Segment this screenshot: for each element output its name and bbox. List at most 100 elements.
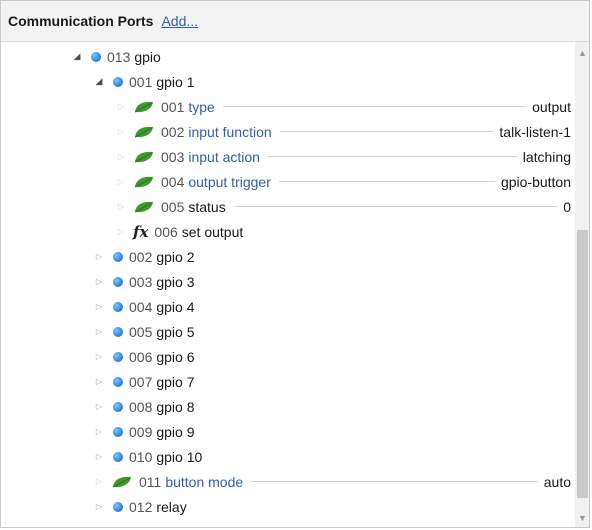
node-number: 005: [129, 323, 153, 340]
node-label: gpio 8: [156, 398, 195, 415]
panel-title: Communication Ports: [8, 13, 154, 29]
scrollbar-thumb[interactable]: [577, 230, 588, 498]
blue-dot-icon: [113, 301, 123, 312]
property-label[interactable]: output trigger: [188, 174, 271, 190]
blue-dot-icon: [113, 376, 123, 387]
node-number: 004: [129, 298, 153, 315]
panel-header: Communication Ports Add...: [1, 1, 589, 42]
collapsed-triangle-icon[interactable]: ▷: [93, 451, 105, 463]
node-label: relay: [156, 498, 187, 515]
property-value[interactable]: gpio-button: [501, 174, 571, 190]
node-number: 008: [129, 398, 153, 415]
blue-dot-icon: [113, 276, 123, 287]
node-label: gpio 9: [156, 423, 195, 440]
tree-node-gpio-10[interactable]: ▷ 010 gpio 10: [1, 444, 575, 469]
collapsed-triangle-icon[interactable]: ▷: [93, 301, 105, 313]
leader-line: [233, 206, 558, 207]
leader-line: [251, 481, 538, 482]
collapsed-triangle-icon: ▷: [117, 227, 125, 236]
property-value[interactable]: auto: [544, 474, 571, 490]
property-label: status: [188, 198, 226, 215]
leaf-icon: [134, 151, 153, 162]
property-value: 0: [563, 198, 571, 215]
collapsed-triangle-icon[interactable]: ▷: [93, 401, 105, 413]
node-number: 007: [129, 373, 153, 390]
tree-property-input-function[interactable]: ▷ 002 input function talk-listen-1: [1, 119, 575, 144]
port-tree: ◢ 013 gpio ◢ 001 gpio 1 ▷ 001 type outpu…: [1, 42, 575, 527]
collapsed-triangle-icon: ▷: [117, 202, 125, 211]
expanded-triangle-icon[interactable]: ◢: [71, 51, 83, 63]
property-label[interactable]: input action: [188, 149, 260, 165]
tree-property-status[interactable]: ▷ 005 status 0: [1, 194, 575, 219]
tree-property-input-action[interactable]: ▷ 003 input action latching: [1, 144, 575, 169]
property-label[interactable]: button mode: [165, 474, 243, 490]
property-value[interactable]: latching: [523, 149, 571, 165]
tree-node-gpio-8[interactable]: ▷ 008 gpio 8: [1, 394, 575, 419]
tree-node-gpio-6[interactable]: ▷ 006 gpio 6: [1, 344, 575, 369]
blue-dot-icon: [91, 51, 101, 62]
node-number: 006: [129, 348, 153, 365]
node-label: gpio 5: [156, 323, 195, 340]
leaf-icon: [134, 101, 153, 112]
blue-dot-icon: [113, 401, 123, 412]
collapsed-triangle-icon: ▷: [117, 152, 125, 161]
tree-property-type[interactable]: ▷ 001 type output: [1, 94, 575, 119]
tree-node-relay[interactable]: ▷ 012 relay: [1, 494, 575, 519]
tree-property-button-mode[interactable]: ▷ 011 button mode auto: [1, 469, 575, 494]
property-number: 003: [161, 148, 185, 165]
property-label[interactable]: input function: [188, 124, 271, 140]
collapsed-triangle-icon[interactable]: ▷: [93, 351, 105, 363]
blue-dot-icon: [113, 501, 123, 512]
node-label: gpio 10: [156, 448, 203, 465]
tree-node-gpio-9[interactable]: ▷ 009 gpio 9: [1, 419, 575, 444]
tree-node-gpio-4[interactable]: ▷ 004 gpio 4: [1, 294, 575, 319]
node-label: gpio: [134, 48, 161, 65]
add-link[interactable]: Add...: [161, 13, 198, 29]
collapsed-triangle-icon[interactable]: ▷: [93, 376, 105, 388]
property-number: 004: [161, 173, 185, 190]
collapsed-triangle-icon: ▷: [117, 177, 125, 186]
tree-function-set-output[interactable]: ▷ fx 006 set output: [1, 219, 575, 244]
collapsed-triangle-icon[interactable]: ▷: [93, 326, 105, 338]
leader-line: [279, 131, 494, 132]
node-number: 002: [129, 248, 153, 265]
collapsed-triangle-icon[interactable]: ▷: [93, 426, 105, 438]
property-value[interactable]: talk-listen-1: [499, 124, 571, 140]
leaf-icon: [134, 126, 153, 137]
property-value[interactable]: output: [532, 99, 571, 115]
scroll-down-arrow-icon[interactable]: ▼: [578, 513, 587, 523]
vertical-scrollbar[interactable]: ▲ ▼: [575, 42, 589, 527]
node-label: gpio 7: [156, 373, 195, 390]
blue-dot-icon: [113, 251, 123, 262]
collapsed-triangle-icon[interactable]: ▷: [93, 501, 105, 513]
tree-node-gpio-1[interactable]: ◢ 001 gpio 1: [1, 69, 575, 94]
property-label[interactable]: type: [188, 99, 214, 115]
tree-node-gpio-3[interactable]: ▷ 003 gpio 3: [1, 269, 575, 294]
property-number: 005: [161, 198, 185, 215]
collapsed-triangle-icon: ▷: [117, 102, 125, 111]
leader-line: [222, 106, 527, 107]
tree-property-output-trigger[interactable]: ▷ 004 output trigger gpio-button: [1, 169, 575, 194]
node-number: 009: [129, 423, 153, 440]
collapsed-triangle-icon[interactable]: ▷: [93, 276, 105, 288]
node-number: 010: [129, 448, 153, 465]
expanded-triangle-icon[interactable]: ◢: [93, 76, 105, 88]
node-number: 012: [129, 498, 153, 515]
node-label: gpio 2: [156, 248, 195, 265]
leaf-icon: [134, 201, 153, 212]
tree-node-gpio-2[interactable]: ▷ 002 gpio 2: [1, 244, 575, 269]
scroll-up-arrow-icon[interactable]: ▲: [578, 48, 587, 58]
tree-node-gpio[interactable]: ◢ 013 gpio: [1, 44, 575, 69]
blue-dot-icon: [113, 76, 123, 87]
tree-node-gpio-7[interactable]: ▷ 007 gpio 7: [1, 369, 575, 394]
tree-node-gpio-5[interactable]: ▷ 005 gpio 5: [1, 319, 575, 344]
blue-dot-icon: [113, 351, 123, 362]
leader-line: [267, 156, 517, 157]
leader-line: [278, 181, 495, 182]
collapsed-triangle-icon[interactable]: ▷: [93, 251, 105, 263]
communication-ports-panel: Communication Ports Add... ◢ 013 gpio ◢ …: [0, 0, 590, 528]
leaf-icon: [134, 176, 153, 187]
leaf-icon: [112, 476, 131, 487]
node-label: gpio 1: [156, 73, 195, 90]
blue-dot-icon: [113, 326, 123, 337]
